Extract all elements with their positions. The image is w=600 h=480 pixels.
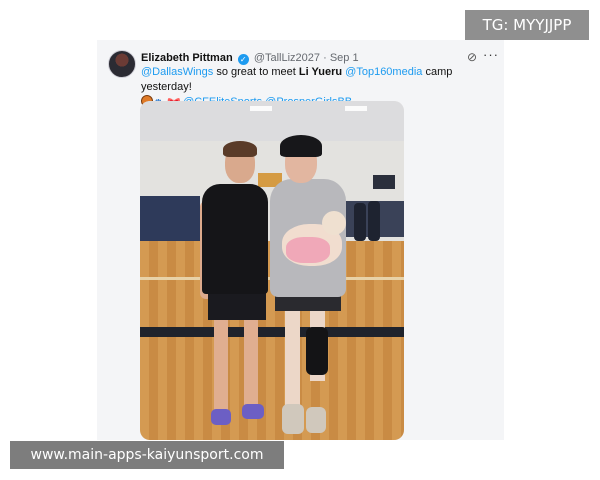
ceiling-light xyxy=(345,106,367,111)
person-left-leg xyxy=(214,319,228,411)
background-person xyxy=(354,203,366,241)
mention-dallaswings[interactable]: @DallasWings xyxy=(141,66,213,78)
avatar[interactable] xyxy=(108,50,136,78)
dog-head xyxy=(322,211,346,235)
background-person xyxy=(368,201,380,241)
wall-banner xyxy=(373,175,395,189)
knee-brace xyxy=(306,327,328,375)
person-left-leg xyxy=(244,319,258,409)
author-name[interactable]: Elizabeth Pittman xyxy=(141,52,233,64)
tweet-text-bold-name: Li Yueru xyxy=(298,66,343,78)
tweet-photo[interactable] xyxy=(140,101,404,440)
ceiling-light xyxy=(250,106,272,111)
person-right-leg xyxy=(285,309,300,409)
tweet-header: Elizabeth Pittman ✓ @TallLiz2027 · Sep 1 xyxy=(141,50,359,66)
verified-badge-icon: ✓ xyxy=(237,54,249,65)
watermark-top: TG: MYYJJPP xyxy=(465,10,589,40)
tweet-date[interactable]: Sep 1 xyxy=(330,52,359,64)
shoe xyxy=(282,404,304,434)
court-stripe xyxy=(140,327,404,337)
grok-icon[interactable]: ⊘ xyxy=(465,50,479,64)
separator: · xyxy=(320,52,330,64)
mention-top160media[interactable]: @Top160media xyxy=(345,66,422,78)
author-handle[interactable]: @TallLiz2027 xyxy=(254,52,320,64)
tweet-card[interactable]: Elizabeth Pittman ✓ @TallLiz2027 · Sep 1… xyxy=(97,40,504,440)
purple-slide xyxy=(211,409,231,425)
person-left-shirt xyxy=(202,184,268,294)
person-left-hair xyxy=(223,141,257,157)
tweet-text-part1: so great to meet xyxy=(213,66,299,78)
purple-slide xyxy=(242,404,264,419)
dog-shirt xyxy=(286,237,330,263)
person-right-hair xyxy=(280,135,322,157)
watermark-bottom: www.main-apps-kaiyunsport.com xyxy=(10,441,284,469)
shoe xyxy=(306,407,326,433)
more-options-icon[interactable]: ··· xyxy=(483,48,499,62)
